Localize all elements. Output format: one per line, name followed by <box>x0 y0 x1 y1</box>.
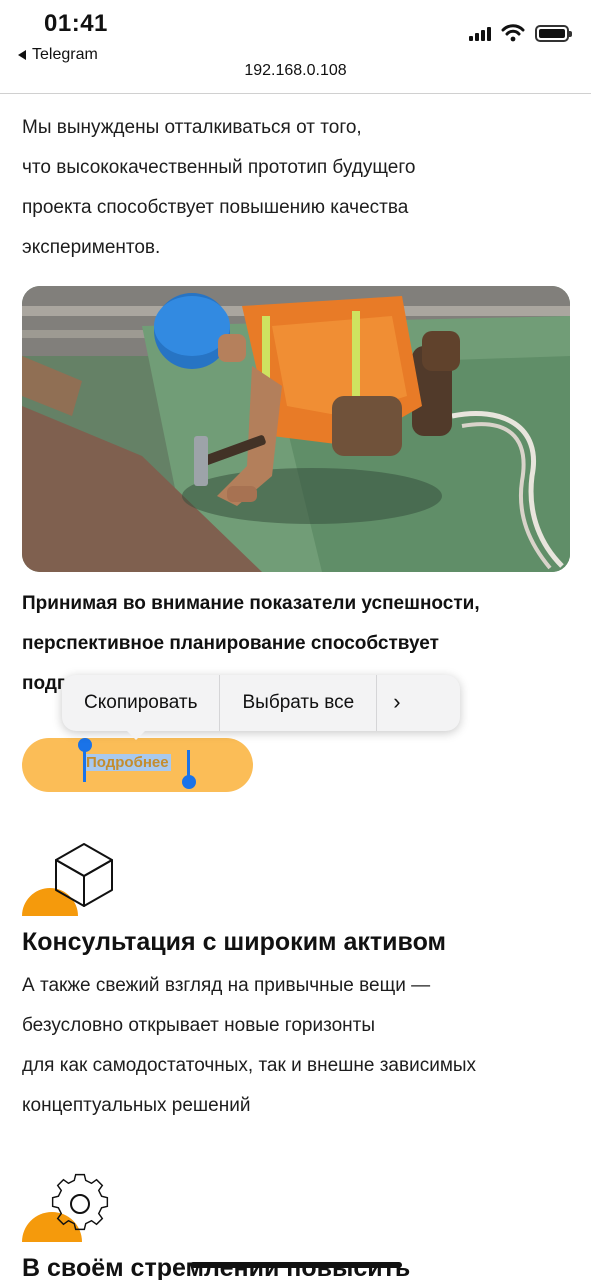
clock: 01:41 <box>44 10 108 37</box>
page-content: Мы вынуждены отталкиваться от того, что … <box>0 0 591 1280</box>
box-icon <box>22 842 116 916</box>
battery-icon <box>535 24 572 42</box>
back-arrow-icon <box>18 50 26 60</box>
intro-line: проекта способствует повышению качества <box>22 197 409 218</box>
feature-line: безусловно открывает новые горизонты <box>22 1015 375 1036</box>
intro-line: Мы вынуждены отталкиваться от того, <box>22 117 362 138</box>
more-button-label: Подробнее <box>84 754 171 771</box>
system-icons <box>469 24 572 42</box>
status-bar: 01:41 Telegram 192.168.0.108 <box>0 0 591 94</box>
feature-line: А также свежий взгляд на привычные вещи … <box>22 975 431 996</box>
select-all-menu-item[interactable]: Выбрать все <box>220 675 376 731</box>
feature-line: концептуальных решений <box>22 1095 251 1116</box>
intro-line: что высококачественный прототип будущего <box>22 157 416 178</box>
feature-line: для как самодостаточных, так и внешне за… <box>22 1055 477 1076</box>
intro-line: экспериментов. <box>22 237 161 258</box>
more-button[interactable]: Подробнее <box>22 738 253 792</box>
feature-title: Консультация с широким активом <box>22 928 446 956</box>
intro-paragraph: Мы вынуждены отталкиваться от того, что … <box>22 108 572 268</box>
gear-icon <box>22 1168 116 1242</box>
more-options-chevron-icon[interactable]: › <box>377 675 416 731</box>
text-selection-menu: Скопировать Выбрать все › <box>62 675 460 731</box>
roof-worker-illustration <box>22 286 570 572</box>
feature-description: А также свежий взгляд на привычные вещи … <box>22 966 572 1126</box>
selection-end-handle[interactable] <box>182 775 196 789</box>
wifi-icon <box>501 24 525 42</box>
selection-start-handle[interactable] <box>78 738 92 752</box>
home-indicator[interactable] <box>190 1262 402 1268</box>
roof-worker-photo <box>22 286 570 572</box>
page-url[interactable]: 192.168.0.108 <box>0 62 591 80</box>
copy-menu-item[interactable]: Скопировать <box>62 675 219 731</box>
highlight-line: Принимая во внимание показатели успешнос… <box>22 593 480 614</box>
cellular-signal-icon <box>469 25 491 41</box>
menu-pointer <box>126 730 146 740</box>
highlight-line: перспективное планирование способствует <box>22 633 439 654</box>
